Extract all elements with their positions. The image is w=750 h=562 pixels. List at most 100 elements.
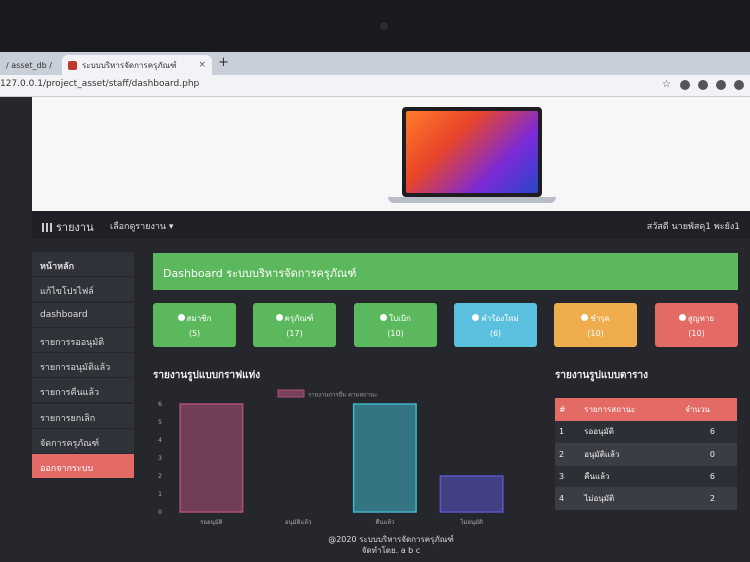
card-label: ชำรุด [590, 314, 610, 323]
close-tab-icon[interactable]: × [198, 60, 206, 70]
card-new-requests[interactable]: คำร้องใหม่ (6) [454, 303, 537, 347]
navbar-brand[interactable]: รายงาน [42, 218, 94, 236]
sidebar-item-manage-assets[interactable]: จัดการครุภัณฑ์ [32, 429, 134, 454]
tab-dashboard[interactable]: ระบบบริหารจัดการครุภัณฑ์ × [62, 55, 212, 75]
legend-label: รายงานการยืม ตามสถานะ [308, 391, 377, 399]
y-tick-label: 3 [158, 455, 162, 462]
user-icon [275, 314, 283, 321]
table-row: 1 รออนุมัติ 6 [555, 421, 737, 444]
laptop-image [402, 107, 542, 197]
y-tick-label: 2 [158, 473, 162, 480]
bar-chart: รายงานการยืม ตามสถานะ 0 1 2 3 4 5 6 รออนุมัติ อนุ… [150, 382, 525, 532]
page-title: Dashboard ระบบบริหารจัดการครุภัณฑ์ [153, 253, 738, 290]
sidebar-item-home[interactable]: หน้าหลัก [32, 252, 134, 276]
y-tick-label: 5 [158, 419, 162, 426]
card-label: ใบเบิก [389, 314, 411, 323]
extension-icon[interactable] [734, 80, 744, 90]
sidebar-item-pending[interactable]: รายการรออนุมัติ [32, 327, 134, 352]
sidebar-item-approved[interactable]: รายการอนุมัติแล้ว [32, 353, 134, 378]
table-section-title: รายงานรูปแบบตาราง [555, 370, 649, 381]
extension-icon[interactable] [680, 80, 690, 90]
cell-status: รออนุมัติ [580, 421, 682, 444]
card-count: (6) [489, 329, 502, 338]
card-members[interactable]: สมาชิก (5) [153, 303, 236, 347]
cell-index: 1 [555, 421, 581, 444]
legend-swatch [277, 389, 305, 398]
tab-label: / asset_db / [6, 60, 52, 70]
navbar: รายงาน เลือกดูรายงาน ▾ สวัสดี นายพัสดุ1 … [32, 211, 750, 239]
bar-chart-svg: รายงานการยืม ตามสถานะ 0 1 2 3 4 5 6 รออนุมัติ อนุ… [158, 389, 504, 526]
card-assets[interactable]: ครุภัณฑ์ (17) [253, 303, 336, 347]
cell-status: อนุมัติแล้ว [580, 443, 682, 466]
tab-label: ระบบบริหารจัดการครุภัณฑ์ [82, 60, 177, 70]
user-greeting: สวัสดี นายพัสดุ1 พะยัง1 [646, 222, 740, 232]
chart-bar [439, 475, 504, 513]
cell-count: 2 [681, 487, 737, 510]
card-label: สมาชิก [186, 314, 212, 323]
bookmark-star-icon[interactable]: ☆ [662, 80, 672, 90]
x-tick-label: รออนุมัติ [200, 519, 222, 526]
user-icon [581, 314, 589, 321]
cell-count: 0 [681, 443, 737, 466]
x-tick-label: ไม่อนุมัติ [459, 518, 483, 526]
favicon-icon [68, 60, 77, 70]
brand-label: รายงาน [56, 221, 94, 234]
col-header-index: # [555, 398, 581, 421]
bar-chart-icon [42, 223, 52, 232]
y-tick-label: 4 [158, 437, 162, 444]
sidebar-item-returned[interactable]: รายการคืนแล้ว [32, 378, 134, 403]
cell-count: 6 [681, 421, 737, 444]
sidebar-item-dashboard[interactable]: dashboard [32, 302, 134, 327]
extension-icon[interactable] [716, 80, 726, 90]
col-header-status: รายการสถานะ [580, 398, 682, 421]
browser-extensions: ☆ [662, 80, 744, 90]
x-tick-label: คืนแล้ว [375, 518, 394, 526]
user-icon [177, 314, 185, 321]
y-tick-label: 6 [158, 401, 162, 408]
report-dropdown[interactable]: เลือกดูรายงาน ▾ [110, 219, 173, 233]
status-table: # รายการสถานะ จำนวน 1 รออนุมัติ 6 2 อนุม… [555, 398, 737, 510]
table-header-row: # รายการสถานะ จำนวน [555, 398, 737, 421]
x-tick-label: อนุมัติแล้ว [285, 519, 311, 526]
card-count: (10) [688, 329, 705, 338]
sidebar-item-logout[interactable]: ออกจากระบบ [32, 454, 134, 479]
webcam [380, 22, 388, 30]
tab-asset-db[interactable]: / asset_db / [0, 55, 60, 75]
card-requisitions[interactable]: ใบเบิก (10) [354, 303, 437, 347]
card-count: (10) [387, 329, 404, 338]
table-row: 2 อนุมัติแล้ว 0 [555, 443, 737, 466]
chart-section-title: รายงานรูปแบบกราฟแท่ง [153, 370, 261, 381]
address-bar[interactable]: 127.0.0.1/project_asset/staff/dashboard.… [0, 75, 750, 97]
card-count: (5) [188, 329, 201, 338]
footer: @2020 ระบบบริหารจัดการครุภัณฑ์ จัดทำโดย.… [32, 534, 750, 556]
extension-icon[interactable] [698, 80, 708, 90]
sidebar-item-edit-profile[interactable]: แก้ไขโปรไฟล์ [32, 277, 134, 302]
col-header-count: จำนวน [681, 398, 737, 421]
card-label: สูญหาย [687, 314, 715, 323]
user-icon [380, 314, 388, 321]
user-icon [472, 314, 480, 321]
card-count: (17) [286, 329, 303, 338]
chart-bar [352, 403, 417, 513]
footer-copyright: @2020 ระบบบริหารจัดการครุภัณฑ์ [328, 535, 454, 544]
cell-index: 4 [555, 487, 581, 510]
cell-index: 3 [555, 465, 581, 488]
cell-index: 2 [555, 443, 581, 466]
table-row: 3 คืนแล้ว 6 [555, 465, 737, 488]
card-damaged[interactable]: ชำรุด (10) [554, 303, 637, 347]
cell-count: 6 [681, 465, 737, 488]
url-text[interactable]: 127.0.0.1/project_asset/staff/dashboard.… [0, 79, 199, 89]
laptop-base [388, 197, 556, 203]
cell-status: คืนแล้ว [580, 465, 682, 488]
y-tick-label: 1 [158, 491, 162, 498]
card-lost[interactable]: สูญหาย (10) [655, 303, 738, 347]
sidebar: หน้าหลัก แก้ไขโปรไฟล์ dashboard รายการรอ… [32, 252, 134, 480]
cell-status: ไม่อนุมัติ [580, 487, 682, 510]
tab-bar: / asset_db / ระบบบริหารจัดการครุภัณฑ์ × … [0, 52, 750, 75]
card-label: คำร้องใหม่ [481, 314, 519, 323]
new-tab-button[interactable]: + [218, 55, 229, 70]
user-icon [678, 314, 686, 321]
footer-credits: จัดทำโดย. a b c [361, 546, 421, 555]
sidebar-item-cancelled[interactable]: รายการยกเลิก [32, 403, 134, 428]
header-banner [32, 97, 750, 211]
